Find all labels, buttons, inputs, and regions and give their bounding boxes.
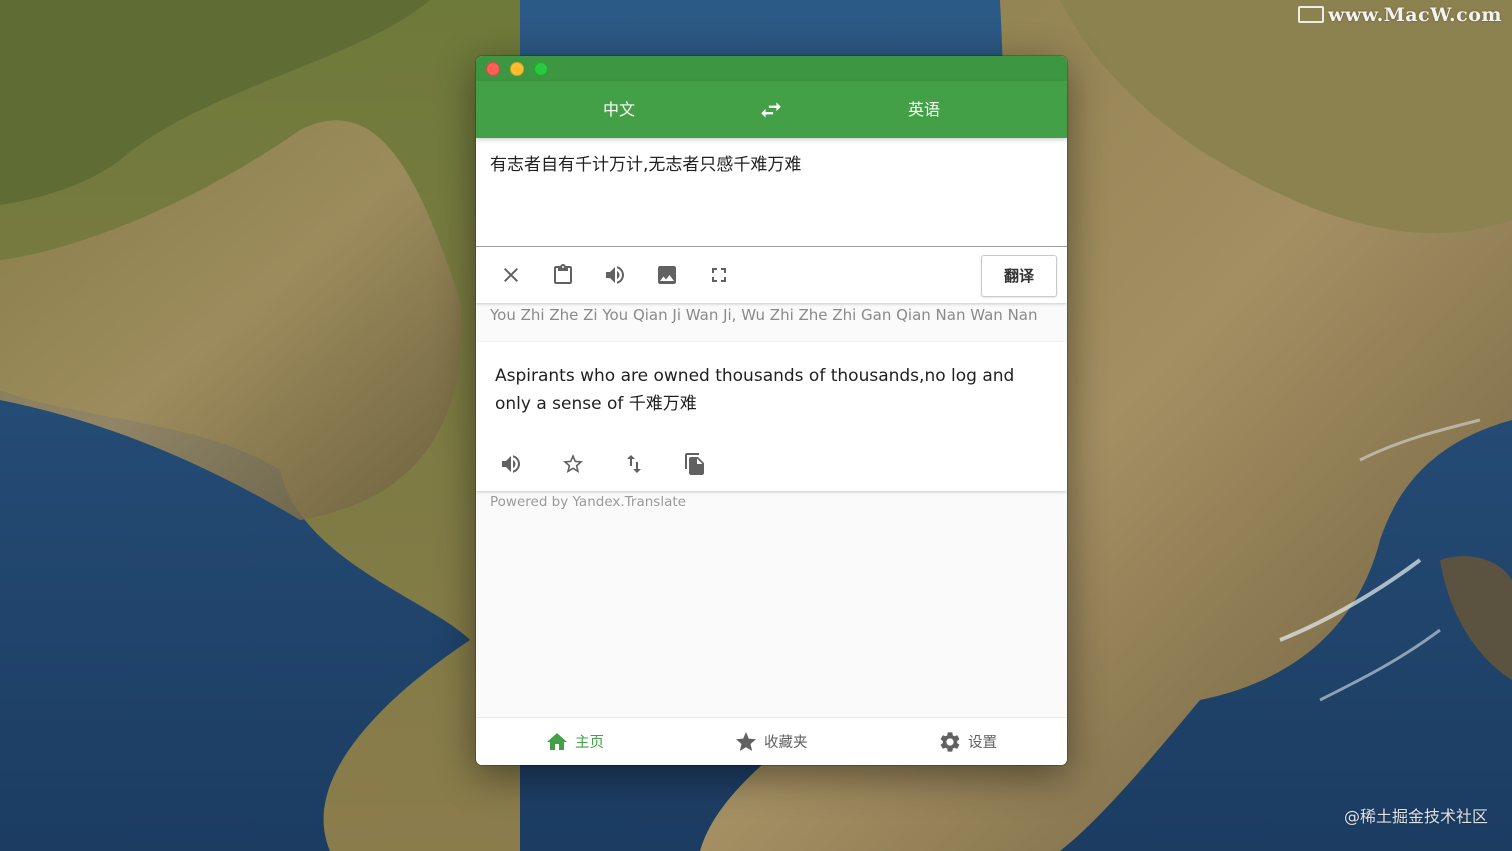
powered-by-text: Powered by Yandex.Translate bbox=[490, 494, 686, 510]
speaker-icon bbox=[606, 266, 624, 284]
clear-button[interactable] bbox=[499, 263, 523, 287]
minimize-window-button[interactable] bbox=[510, 62, 524, 76]
swap-horiz-icon bbox=[761, 102, 781, 118]
swap-languages-button[interactable] bbox=[758, 97, 784, 123]
fullscreen-button[interactable] bbox=[707, 263, 731, 287]
nav-home-label: 主页 bbox=[575, 735, 604, 751]
speak-translation-button[interactable] bbox=[499, 452, 523, 476]
watermark-top: www.MacW.com bbox=[1297, 4, 1502, 26]
watermark-top-text: www.MacW.com bbox=[1327, 4, 1502, 26]
fullscreen-icon bbox=[712, 268, 726, 282]
copy-translation-button[interactable] bbox=[683, 452, 707, 476]
nav-favorites-label: 收藏夹 bbox=[764, 735, 808, 751]
translation-output: Aspirants who are owned thousands of tho… bbox=[495, 366, 1015, 414]
nav-settings[interactable]: 设置 bbox=[938, 718, 997, 765]
transliteration-text: You Zhi Zhe Zi You Qian Ji Wan Ji, Wu Zh… bbox=[490, 306, 1038, 324]
speaker-icon bbox=[502, 455, 520, 473]
nav-favorites[interactable]: 收藏夹 bbox=[734, 718, 808, 765]
close-window-button[interactable] bbox=[486, 62, 500, 76]
star-outline-icon bbox=[563, 454, 583, 473]
swap-vert-icon bbox=[627, 455, 641, 473]
target-language-button[interactable]: 英语 bbox=[864, 81, 984, 138]
speak-source-button[interactable] bbox=[603, 263, 627, 287]
output-card: Aspirants who are owned thousands of tho… bbox=[476, 342, 1067, 491]
source-language-button[interactable]: 中文 bbox=[559, 81, 679, 138]
copy-icon bbox=[685, 453, 704, 475]
maximize-window-button[interactable] bbox=[534, 62, 548, 76]
translator-window: 中文 英语 有志者自有千计万计,无志者只感千难万难 翻译 You Zhi Zhe… bbox=[476, 56, 1067, 765]
input-card: 有志者自有千计万计,无志者只感千难万难 翻译 bbox=[476, 138, 1067, 303]
star-icon bbox=[736, 731, 756, 751]
nav-home[interactable]: 主页 bbox=[545, 718, 604, 765]
home-icon bbox=[547, 732, 567, 750]
image-icon bbox=[658, 266, 676, 284]
input-divider bbox=[476, 246, 1067, 247]
swap-text-button[interactable] bbox=[622, 452, 646, 476]
gear-icon bbox=[940, 731, 960, 752]
watermark-bottom: @稀土掘金技术社区 bbox=[1343, 807, 1488, 826]
translate-button[interactable]: 翻译 bbox=[981, 255, 1057, 297]
title-bar[interactable] bbox=[476, 56, 1067, 81]
language-bar: 中文 英语 bbox=[476, 81, 1067, 138]
source-text-input[interactable]: 有志者自有千计万计,无志者只感千难万难 bbox=[490, 152, 1053, 232]
nav-settings-label: 设置 bbox=[968, 735, 997, 751]
monitor-icon bbox=[1297, 6, 1324, 23]
clear-icon bbox=[504, 268, 518, 282]
paste-button[interactable] bbox=[551, 263, 575, 287]
favorite-button[interactable] bbox=[561, 452, 585, 476]
bottom-navigation: 主页 收藏夹 设置 bbox=[476, 717, 1067, 765]
clipboard-icon bbox=[554, 264, 572, 284]
image-translate-button[interactable] bbox=[655, 263, 679, 287]
